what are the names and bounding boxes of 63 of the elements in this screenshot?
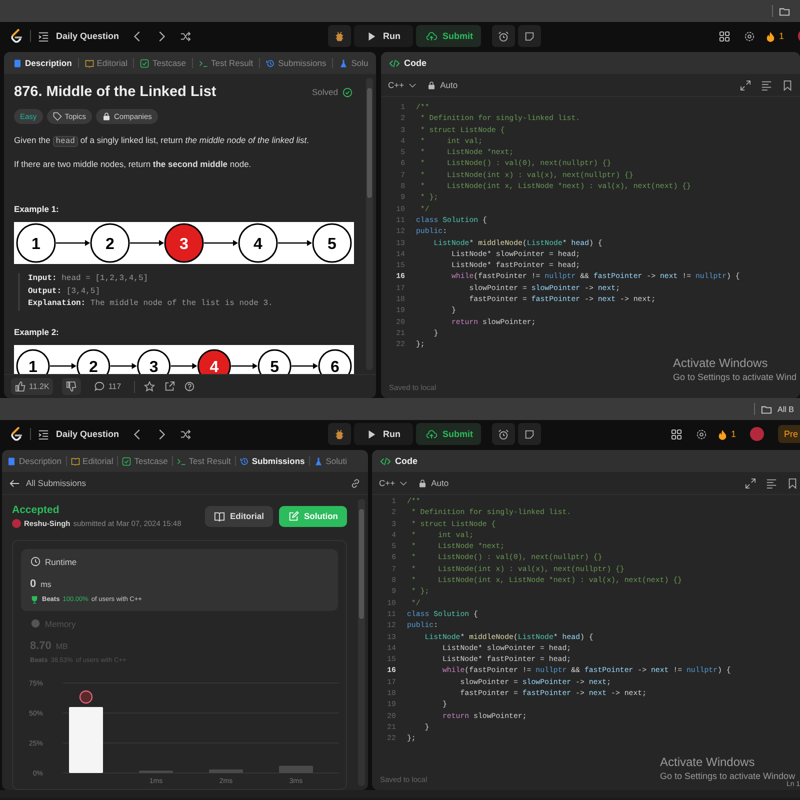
submit-button[interactable]: Submit <box>416 423 481 445</box>
mode-label: Auto <box>427 80 458 90</box>
all-submissions-link[interactable]: All Submissions <box>26 478 86 488</box>
panel-tab[interactable]: Test Result <box>196 56 256 70</box>
example-value: [3,4,5] <box>66 286 100 296</box>
example-label: Output: <box>28 286 62 296</box>
list-node: 1 <box>16 348 50 374</box>
panel-title: Code <box>395 456 418 466</box>
example-value: head = [1,2,3,4,5] <box>62 274 148 283</box>
list-node: 6 <box>318 348 352 374</box>
list-node: 4 <box>197 348 231 374</box>
language-dropdown[interactable]: C++ <box>379 478 408 488</box>
example-heading: Example 1: <box>14 204 60 214</box>
activation-title: Activate Windows <box>660 755 756 769</box>
editorial-button[interactable]: Editorial <box>204 506 273 526</box>
metric-unit: ms <box>40 580 52 589</box>
panel-tab[interactable]: Submissions <box>238 454 307 468</box>
list-node: 3 <box>137 348 171 374</box>
panel-tab[interactable]: Soluti <box>312 454 350 468</box>
metric-label: Runtime <box>45 556 77 566</box>
solved-status: Solved <box>312 87 338 97</box>
submission-status: Accepted <box>12 504 60 516</box>
panel-tab[interactable]: Test Result <box>174 454 233 468</box>
list-node: 2 <box>90 223 130 263</box>
list-node: 5 <box>258 348 292 374</box>
problem-list-link[interactable]: Daily Question <box>56 31 120 41</box>
premium-button[interactable]: Pre <box>778 425 800 443</box>
problem-note: If there are two middle nodes, return the second middle node. <box>14 158 252 171</box>
list-node: 3 <box>164 223 204 263</box>
example-label: Input: <box>28 274 57 283</box>
activation-title: Activate Windows <box>673 356 769 370</box>
activation-hint: Go to Settings to activate Window <box>660 771 796 781</box>
panel-title: Code <box>404 58 426 68</box>
list-node: 1 <box>16 223 56 263</box>
panel-tab[interactable]: Testcase <box>120 454 170 468</box>
panel-tab[interactable]: Editorial <box>82 56 130 70</box>
language-dropdown[interactable]: C++ <box>388 80 418 90</box>
panel-tab[interactable]: Solu <box>336 56 372 70</box>
list-node: 2 <box>76 348 110 374</box>
problem-title: 876. Middle of the Linked List <box>14 84 218 100</box>
activation-hint: Go to Settings to activate Wind <box>673 372 797 382</box>
example-heading: Example 2: <box>14 326 60 336</box>
metric-value: 0 <box>30 578 36 590</box>
streak-counter[interactable]: 1 <box>716 428 736 440</box>
streak-counter[interactable]: 1 <box>764 30 784 42</box>
example-label: Explanation: <box>28 299 86 308</box>
list-node: 4 <box>238 223 278 263</box>
panel-tab[interactable]: Testcase <box>137 56 190 70</box>
mode-label: Auto <box>418 478 449 488</box>
comments-button[interactable]: 117 <box>90 378 126 395</box>
list-node: 5 <box>312 223 352 263</box>
panel-tab[interactable]: Description <box>5 454 64 468</box>
submit-button[interactable]: Submit <box>416 25 481 47</box>
problem-list-link[interactable]: Daily Question <box>56 429 120 439</box>
bookmark-label[interactable]: All B <box>778 404 794 414</box>
example-value: The middle node of the list is node 3. <box>90 299 273 308</box>
run-button[interactable]: Run <box>354 25 412 47</box>
like-button[interactable]: 11.2K <box>11 378 54 395</box>
panel-tab[interactable]: Submissions <box>263 56 330 70</box>
run-button[interactable]: Run <box>354 423 412 445</box>
problem-statement: Given the head of a singly linked list, return the middle node of the linked list. <box>14 134 310 148</box>
panel-tab[interactable]: Description <box>10 56 75 70</box>
panel-tab[interactable]: Editorial <box>68 454 116 468</box>
